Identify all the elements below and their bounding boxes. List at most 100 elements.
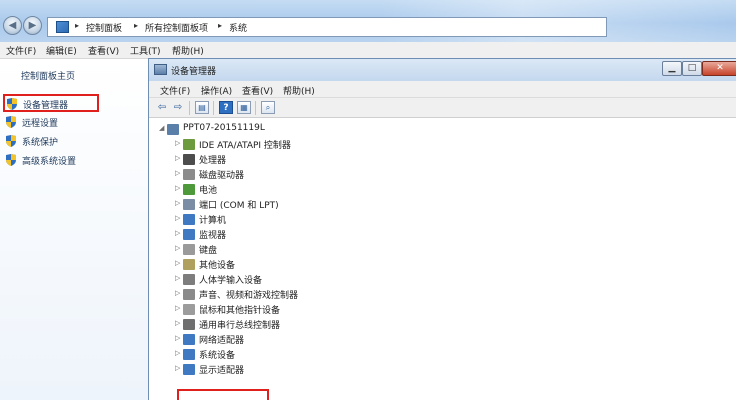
device-category-row[interactable]: ▷ 网络适配器 bbox=[175, 332, 415, 347]
device-category-row[interactable]: ▷ 声音、视频和游戏控制器 bbox=[175, 287, 415, 302]
task-remote-settings[interactable]: 远程设置 bbox=[4, 113, 144, 131]
toolbar-divider bbox=[213, 101, 214, 115]
device-category-label: 人体学输入设备 bbox=[199, 276, 263, 286]
uac-shield-icon bbox=[6, 154, 16, 166]
forward-arrow-icon[interactable]: ⇨ bbox=[171, 101, 185, 114]
task-advanced-settings-label: 高级系统设置 bbox=[22, 157, 77, 167]
device-category-row[interactable]: ▷ 磁盘驱动器 bbox=[175, 167, 415, 182]
menu-file[interactable]: 文件(F) bbox=[6, 44, 36, 57]
expand-icon[interactable]: ▷ bbox=[175, 304, 180, 312]
device-category-label: 键盘 bbox=[199, 246, 218, 256]
device-category-row[interactable]: ▷ 电池 bbox=[175, 182, 415, 197]
maximize-button[interactable]: □ bbox=[682, 61, 702, 76]
expand-icon[interactable]: ▷ bbox=[175, 364, 180, 372]
device-category-label: 网络适配器 bbox=[199, 336, 245, 346]
device-category-row[interactable]: ▷ 键盘 bbox=[175, 242, 415, 257]
update-driver-icon[interactable]: ▦ bbox=[237, 101, 251, 114]
device-manager-window: 设备管理器 ▁ □ ✕ 文件(F) 操作(A) 查看(V) 帮助(H) ⇦ ⇨ … bbox=[148, 58, 736, 400]
tree-root[interactable]: ◢ PPT07-20151119L bbox=[159, 122, 359, 137]
expand-icon[interactable]: ▷ bbox=[175, 229, 180, 237]
computer-icon bbox=[183, 214, 195, 225]
expand-icon[interactable]: ▷ bbox=[175, 289, 180, 297]
menu-help[interactable]: 帮助(H) bbox=[172, 44, 204, 57]
dm-menu-file[interactable]: 文件(F) bbox=[160, 84, 190, 97]
task-device-manager-label: 设备管理器 bbox=[23, 101, 69, 111]
device-manager-toolbar: ⇦ ⇨ ▤ ? ▦ ⌕ bbox=[149, 98, 736, 118]
device-category-label: 通用串行总线控制器 bbox=[199, 321, 281, 331]
back-button[interactable]: ◀ bbox=[3, 16, 22, 35]
menu-tools[interactable]: 工具(T) bbox=[130, 44, 161, 57]
address-bar[interactable]: ▸ 控制面板 ▸ 所有控制面板项 ▸ 系统 bbox=[47, 17, 607, 37]
task-device-manager[interactable]: 设备管理器 bbox=[3, 94, 99, 112]
expand-icon[interactable]: ▷ bbox=[175, 319, 180, 327]
control-panel-home-link[interactable]: 控制面板主页 bbox=[21, 69, 75, 82]
device-category-label: 磁盘驱动器 bbox=[199, 171, 245, 181]
device-category-row[interactable]: ▷ 系统设备 bbox=[175, 347, 415, 362]
device-category-label: 系统设备 bbox=[199, 351, 236, 361]
close-button[interactable]: ✕ bbox=[702, 61, 736, 76]
port-icon bbox=[183, 199, 195, 210]
help-icon[interactable]: ? bbox=[219, 101, 233, 114]
processor-icon bbox=[183, 154, 195, 165]
task-advanced-settings[interactable]: 高级系统设置 bbox=[4, 151, 144, 169]
dm-menu-help[interactable]: 帮助(H) bbox=[283, 84, 315, 97]
expand-icon[interactable]: ▷ bbox=[175, 259, 180, 267]
device-category-label: IDE ATA/ATAPI 控制器 bbox=[199, 141, 291, 151]
breadcrumb-separator-icon[interactable]: ▸ bbox=[134, 21, 138, 30]
device-category-label: 其他设备 bbox=[199, 261, 236, 271]
device-category-row[interactable]: ▷ 处理器 bbox=[175, 152, 415, 167]
ide-controller-icon bbox=[183, 139, 195, 150]
expand-icon[interactable]: ▷ bbox=[175, 154, 180, 162]
toolbar-divider bbox=[189, 101, 190, 115]
computer-icon bbox=[167, 124, 179, 135]
menu-view[interactable]: 查看(V) bbox=[88, 44, 119, 57]
usb-icon bbox=[183, 319, 195, 330]
device-category-row[interactable]: ▷ 监视器 bbox=[175, 227, 415, 242]
properties-icon[interactable]: ▤ bbox=[195, 101, 209, 114]
breadcrumb-separator-icon[interactable]: ▸ bbox=[75, 21, 79, 30]
breadcrumb-all-items[interactable]: 所有控制面板项 bbox=[145, 21, 208, 34]
collapse-icon[interactable]: ◢ bbox=[159, 124, 164, 132]
task-system-protection-label: 系统保护 bbox=[22, 138, 59, 148]
expand-icon[interactable]: ▷ bbox=[175, 274, 180, 282]
scan-hardware-icon[interactable]: ⌕ bbox=[261, 101, 275, 114]
dm-menu-view[interactable]: 查看(V) bbox=[242, 84, 273, 97]
expand-icon[interactable]: ▷ bbox=[175, 334, 180, 342]
device-category-label: 电池 bbox=[199, 186, 218, 196]
expand-icon[interactable]: ▷ bbox=[175, 244, 180, 252]
breadcrumb-system[interactable]: 系统 bbox=[229, 21, 247, 34]
dm-menu-action[interactable]: 操作(A) bbox=[201, 84, 232, 97]
device-category-row[interactable]: ▷ 其他设备 bbox=[175, 257, 415, 272]
expand-icon[interactable]: ▷ bbox=[175, 214, 180, 222]
device-category-row[interactable]: ▷ IDE ATA/ATAPI 控制器 bbox=[175, 137, 415, 152]
expand-icon[interactable]: ▷ bbox=[175, 349, 180, 357]
device-manager-title: 设备管理器 bbox=[171, 67, 217, 77]
expand-icon[interactable]: ▷ bbox=[175, 184, 180, 192]
device-category-row[interactable]: ▷ 鼠标和其他指针设备 bbox=[175, 302, 415, 317]
device-category-row[interactable]: ▷ 通用串行总线控制器 bbox=[175, 317, 415, 332]
device-category-row[interactable]: ▷ 人体学输入设备 bbox=[175, 272, 415, 287]
device-category-label: 监视器 bbox=[199, 231, 227, 241]
back-arrow-icon[interactable]: ⇦ bbox=[155, 101, 169, 114]
forward-button[interactable]: ▶ bbox=[23, 16, 42, 35]
breadcrumb-separator-icon[interactable]: ▸ bbox=[218, 21, 222, 30]
disk-drive-icon bbox=[183, 169, 195, 180]
menu-edit[interactable]: 编辑(E) bbox=[46, 44, 77, 57]
battery-icon bbox=[183, 184, 195, 195]
device-category-row[interactable]: ▷ 显示适配器 bbox=[175, 362, 415, 377]
other-devices-icon bbox=[183, 259, 195, 270]
expand-icon[interactable]: ▷ bbox=[175, 199, 180, 207]
task-system-protection[interactable]: 系统保护 bbox=[4, 132, 144, 150]
device-tree: ◢ PPT07-20151119L ▷ IDE ATA/ATAPI 控制器 ▷ 处理器… bbox=[149, 119, 736, 400]
expand-icon[interactable]: ▷ bbox=[175, 169, 180, 177]
breadcrumb-control-panel[interactable]: 控制面板 bbox=[86, 21, 122, 34]
device-manager-titlebar[interactable]: 设备管理器 ▁ □ ✕ bbox=[149, 59, 736, 81]
minimize-button[interactable]: ▁ bbox=[662, 61, 682, 76]
network-adapter-icon bbox=[183, 334, 195, 345]
device-category-row[interactable]: ▷ 端口 (COM 和 LPT) bbox=[175, 197, 415, 212]
explorer-menubar: 文件(F) 编辑(E) 查看(V) 工具(T) 帮助(H) bbox=[0, 42, 736, 59]
network-adapter-highlight bbox=[177, 389, 269, 400]
device-category-row[interactable]: ▷ 计算机 bbox=[175, 212, 415, 227]
expand-icon[interactable]: ▷ bbox=[175, 139, 180, 147]
device-category-label: 声音、视频和游戏控制器 bbox=[199, 291, 299, 301]
